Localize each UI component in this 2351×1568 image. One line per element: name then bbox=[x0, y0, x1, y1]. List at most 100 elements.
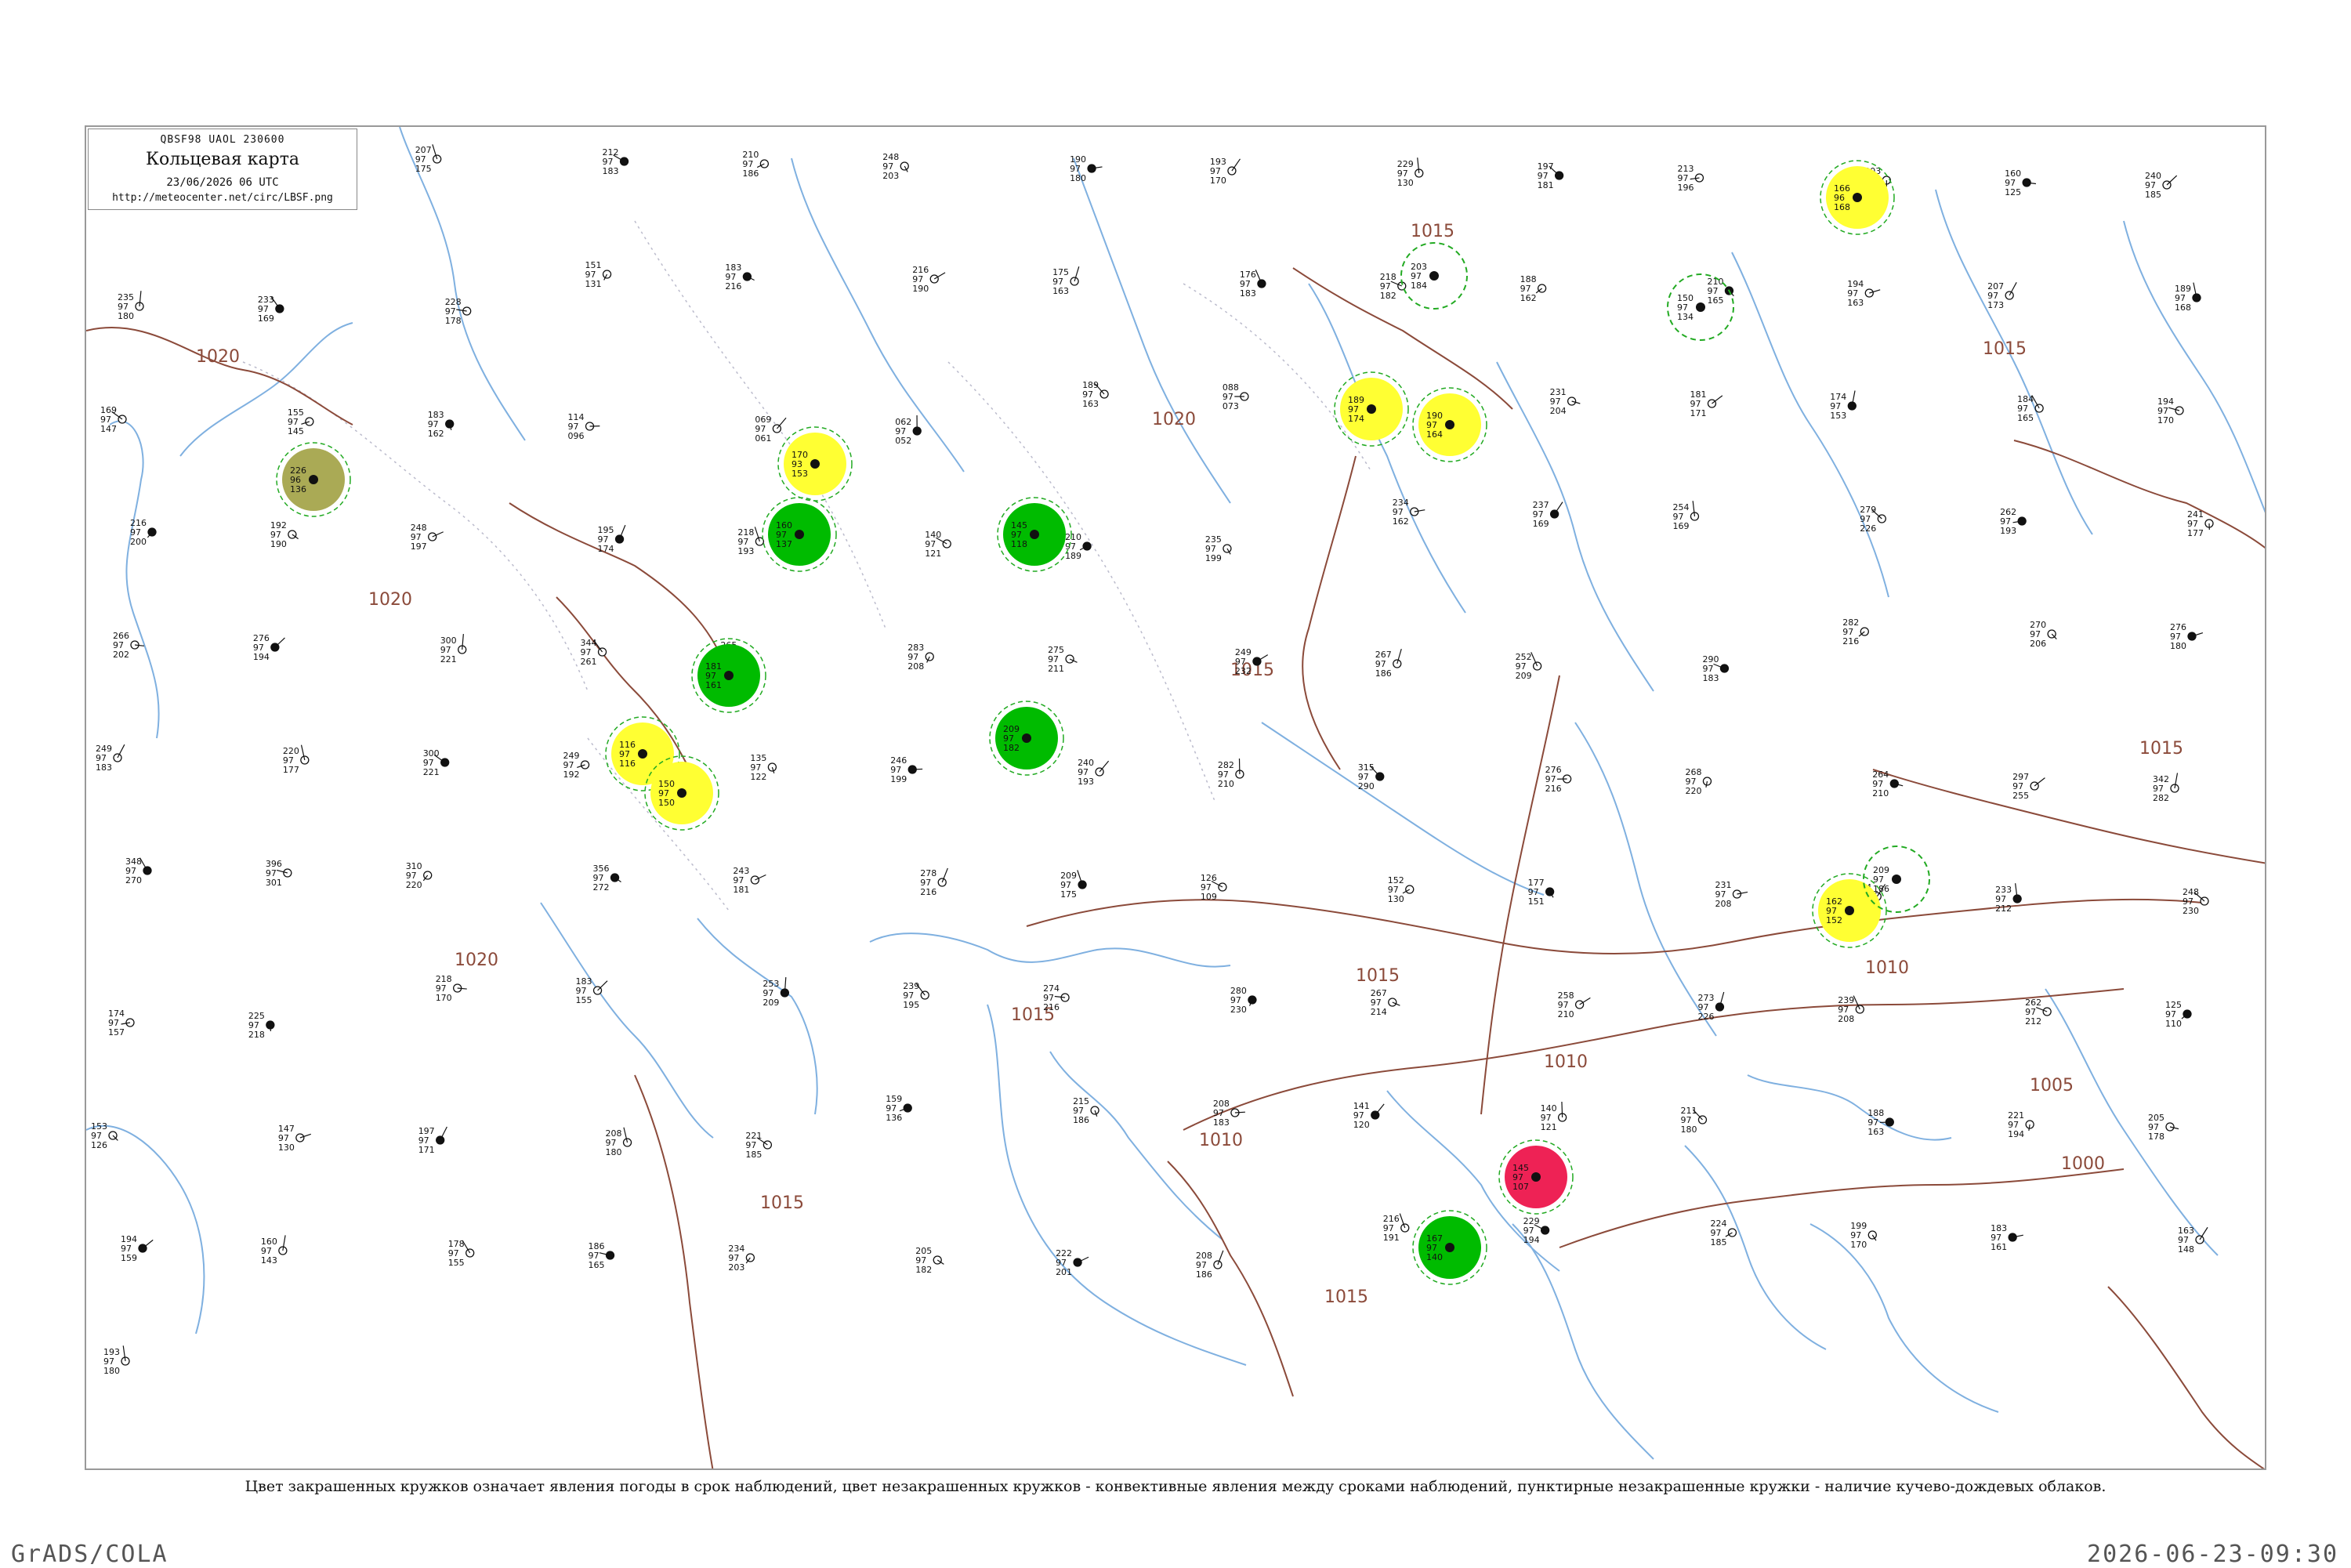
weather-circle: 18197161 bbox=[692, 639, 766, 712]
coastline bbox=[180, 323, 353, 456]
station-circle-icon bbox=[309, 475, 318, 484]
isobar-label: 1015 bbox=[760, 1193, 804, 1213]
station-dewpoint: 216 bbox=[1043, 1002, 1060, 1012]
station-dewpoint: 221 bbox=[423, 767, 440, 777]
station-dewpoint: 168 bbox=[1834, 202, 1850, 212]
station-dewpoint: 180 bbox=[1070, 173, 1086, 183]
river bbox=[2124, 221, 2266, 519]
footer-timestamp: 2026-06-23-09:30 bbox=[2087, 1541, 2338, 1568]
station-plot: 16097125 bbox=[2005, 168, 2036, 197]
station-dewpoint: 183 bbox=[603, 166, 619, 176]
station-dewpoint: 136 bbox=[886, 1113, 902, 1123]
station-plot: 26797214 bbox=[1371, 988, 1400, 1017]
station-dewpoint: 163 bbox=[1052, 286, 1069, 296]
station-dewpoint: 210 bbox=[1218, 779, 1234, 789]
station-dewpoint: 120 bbox=[1353, 1120, 1370, 1130]
station-plot: 14097121 bbox=[1541, 1102, 1567, 1132]
isobar bbox=[1873, 770, 2266, 864]
station-dewpoint: 150 bbox=[658, 798, 675, 808]
station-plot: 24697199 bbox=[890, 755, 922, 784]
station-dewpoint: 116 bbox=[619, 759, 636, 769]
station-dewpoint: 145 bbox=[288, 426, 304, 436]
isobar-label: 1010 bbox=[1865, 958, 1909, 978]
station-plot: 26497210 bbox=[1872, 770, 1903, 798]
river bbox=[1074, 158, 1230, 503]
station-plot: 17797151 bbox=[1528, 878, 1554, 907]
wind-barb-icon bbox=[912, 769, 922, 770]
synoptic-map: 1020102010201020101510151015101510151015… bbox=[85, 125, 2266, 1470]
station-plot: 22597218 bbox=[248, 1011, 274, 1040]
station-dewpoint: 170 bbox=[1850, 1240, 1867, 1250]
station-dewpoint: 169 bbox=[1533, 519, 1549, 529]
station-plot: 17697183 bbox=[1240, 270, 1266, 299]
station-plot: 18197171 bbox=[1690, 389, 1722, 418]
station-dewpoint: 122 bbox=[750, 772, 766, 782]
station-dewpoint: 165 bbox=[589, 1260, 605, 1270]
station-dewpoint: 220 bbox=[1685, 786, 1701, 796]
station-plot: 28397208 bbox=[907, 643, 933, 672]
station-plot: 17597163 bbox=[1052, 266, 1079, 296]
station-plot: 12597110 bbox=[2165, 1000, 2191, 1029]
station-plot: 22097177 bbox=[283, 745, 309, 775]
station-plot: 23597180 bbox=[118, 291, 143, 321]
station-dewpoint: 216 bbox=[920, 887, 936, 897]
weather-circle: 20397184 bbox=[1401, 243, 1467, 309]
station-plot: 34497261 bbox=[581, 638, 607, 667]
station-dewpoint: 199 bbox=[890, 774, 907, 784]
wind-barb-icon bbox=[777, 418, 786, 429]
station-dewpoint: 151 bbox=[1528, 896, 1545, 907]
station-plot: 24397181 bbox=[733, 866, 766, 895]
station-dewpoint: 232 bbox=[1235, 666, 1252, 676]
station-dewpoint: 164 bbox=[1426, 429, 1443, 440]
station-dewpoint: 282 bbox=[2153, 793, 2169, 803]
station-dewpoint: 220 bbox=[406, 880, 422, 890]
station-plot: 23997195 bbox=[903, 981, 929, 1010]
isobar-label: 1015 bbox=[1356, 966, 1400, 986]
station-dewpoint: 221 bbox=[440, 654, 457, 664]
station-plot: 27997226 bbox=[1860, 505, 1886, 534]
station-plot: 27697194 bbox=[253, 633, 285, 662]
station-dewpoint: 212 bbox=[1995, 904, 2012, 914]
wind-barb-icon bbox=[270, 1025, 271, 1031]
station-plot: 19497170 bbox=[2157, 397, 2183, 425]
station-dewpoint: 180 bbox=[2170, 641, 2186, 651]
station-circle-icon bbox=[1445, 420, 1454, 429]
station-dewpoint: 194 bbox=[253, 652, 270, 662]
station-dewpoint: 163 bbox=[1867, 1127, 1884, 1137]
station-dewpoint: 162 bbox=[1393, 516, 1409, 527]
station-dewpoint: 189 bbox=[1065, 551, 1081, 561]
station-plot: 21897193 bbox=[737, 527, 763, 556]
isobar-label: 1015 bbox=[2139, 739, 2183, 759]
station-layer: 2299619920497180207971752129718321097186… bbox=[88, 140, 2213, 1376]
river bbox=[792, 158, 964, 472]
station-plot: 31597290 bbox=[1358, 762, 1384, 791]
station-plot: 34297282 bbox=[2153, 773, 2179, 803]
station-plot: 39697301 bbox=[266, 859, 292, 888]
station-dewpoint: 165 bbox=[1707, 295, 1723, 306]
station-plot: 25497169 bbox=[1672, 501, 1698, 531]
station-plot: 25897210 bbox=[1558, 990, 1591, 1019]
isobar-label: 1020 bbox=[196, 347, 240, 367]
station-dewpoint: 143 bbox=[261, 1255, 277, 1266]
isobar-label: 1020 bbox=[368, 590, 412, 610]
map-title: Кольцевая карта bbox=[89, 150, 357, 169]
weather-circle: 20997186 bbox=[1864, 846, 1929, 912]
coastline bbox=[541, 903, 713, 1138]
station-plot: 22497185 bbox=[1710, 1219, 1736, 1248]
bulletin-code: QBSF98 UAOL 230600 bbox=[89, 134, 357, 146]
isobar-label: 1010 bbox=[1199, 1131, 1243, 1150]
isobar-label: 1020 bbox=[1152, 410, 1196, 429]
station-plot: 23397212 bbox=[1995, 883, 2021, 914]
station-dewpoint: 161 bbox=[1991, 1242, 2007, 1252]
station-plot: 19497159 bbox=[121, 1234, 153, 1263]
station-plot: 35697272 bbox=[593, 864, 621, 893]
weather-circle: 19097164 bbox=[1413, 388, 1487, 462]
station-dewpoint: 255 bbox=[2012, 791, 2029, 801]
station-dewpoint: 190 bbox=[912, 284, 929, 294]
station-plot: 31097220 bbox=[406, 861, 432, 890]
station-plot: 18697165 bbox=[589, 1241, 614, 1270]
station-circle-icon bbox=[1531, 1172, 1541, 1182]
station-dewpoint: 137 bbox=[776, 539, 792, 549]
border-line bbox=[1183, 284, 1371, 472]
station-dewpoint: 186 bbox=[1196, 1269, 1212, 1280]
